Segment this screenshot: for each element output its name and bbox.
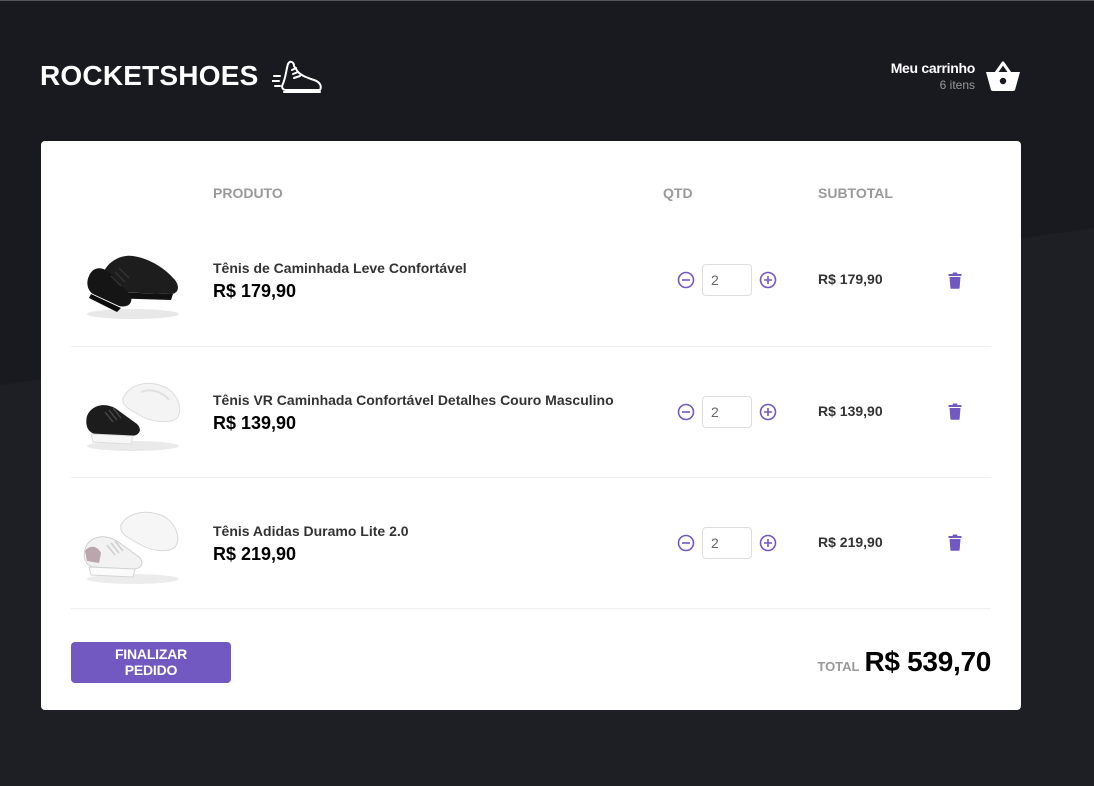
- header-delete: [928, 171, 991, 215]
- subtotal-cell: R$ 219,90: [818, 477, 928, 609]
- delete-button[interactable]: [928, 534, 991, 551]
- product-image-cell: [71, 346, 213, 478]
- delete-cell: [928, 477, 991, 609]
- delete-button[interactable]: [928, 272, 991, 289]
- order-total: TOTAL R$ 539,70: [817, 646, 991, 678]
- quantity-input[interactable]: [702, 395, 752, 428]
- minus-circle-icon: [677, 271, 695, 289]
- trash-icon: [948, 534, 962, 551]
- item-subtotal: R$ 179,90: [818, 271, 883, 288]
- increment-button[interactable]: [757, 532, 779, 554]
- subtotal-cell: R$ 139,90: [818, 346, 928, 478]
- total-value: R$ 539,70: [864, 646, 991, 677]
- qty-cell: [663, 215, 818, 347]
- cart-footer: FINALIZAR PEDIDO TOTAL R$ 539,70: [71, 641, 991, 683]
- quantity-stepper: [663, 526, 818, 559]
- delete-cell: [928, 346, 991, 478]
- trash-icon: [948, 403, 962, 420]
- product-info-cell: Tênis Adidas Duramo Lite 2.0 R$ 219,90: [213, 477, 663, 609]
- decrement-button[interactable]: [675, 401, 697, 423]
- quantity-input[interactable]: [702, 264, 752, 297]
- product-title: Tênis VR Caminhada Confortável Detalhes …: [213, 391, 614, 408]
- cart-title: Meu carrinho: [890, 60, 976, 76]
- header-qty: QTD: [663, 185, 693, 201]
- plus-circle-icon: [759, 534, 777, 551]
- header-image: [71, 171, 213, 215]
- product-price: R$ 139,90: [213, 412, 297, 433]
- minus-circle-icon: [677, 403, 695, 420]
- quantity-input[interactable]: [702, 526, 752, 559]
- product-image-cell: [71, 215, 213, 347]
- table-row: Tênis de Caminhada Leve Confortável R$ 1…: [71, 215, 991, 347]
- delete-button[interactable]: [928, 403, 991, 420]
- qty-cell: [663, 346, 818, 478]
- header-product: PRODUTO: [213, 185, 283, 201]
- item-subtotal: R$ 219,90: [818, 533, 883, 550]
- delete-cell: [928, 215, 991, 347]
- qty-cell: [663, 477, 818, 609]
- cart-info: Meu carrinho 6 itens: [890, 60, 976, 92]
- subtotal-cell: R$ 179,90: [818, 215, 928, 347]
- product-image-black-sneaker: [87, 255, 179, 320]
- decrement-button[interactable]: [675, 269, 697, 291]
- product-table: PRODUTO QTD SUBTOTAL Tênis de Caminhada …: [71, 171, 991, 609]
- product-title: Tênis de Caminhada Leve Confortável: [213, 260, 467, 277]
- product-image-black-white-sneaker: [86, 382, 181, 451]
- product-image-cell: [71, 477, 213, 609]
- product-info-cell: Tênis VR Caminhada Confortável Detalhes …: [213, 346, 663, 478]
- product-title: Tênis Adidas Duramo Lite 2.0: [213, 522, 409, 539]
- minus-circle-icon: [677, 534, 695, 551]
- product-info-cell: Tênis de Caminhada Leve Confortável R$ 1…: [213, 215, 663, 347]
- plus-circle-icon: [759, 271, 777, 289]
- product-price: R$ 219,90: [213, 543, 297, 564]
- item-subtotal: R$ 139,90: [818, 402, 883, 419]
- finish-order-button[interactable]: FINALIZAR PEDIDO: [71, 641, 231, 683]
- decrement-button[interactable]: [675, 532, 697, 554]
- product-image-white-sneaker: [83, 511, 179, 584]
- logo-link[interactable]: ROCKETSHOES: [40, 56, 324, 96]
- product-price: R$ 179,90: [213, 281, 297, 302]
- increment-button[interactable]: [757, 401, 779, 423]
- trash-icon: [948, 272, 962, 289]
- running-shoe-icon: [272, 60, 323, 93]
- basket-icon: [986, 61, 1020, 91]
- quantity-stepper: [663, 264, 818, 297]
- top-border: [0, 0, 1094, 1]
- table-row: Tênis VR Caminhada Confortável Detalhes …: [71, 346, 991, 478]
- table-row: Tênis Adidas Duramo Lite 2.0 R$ 219,90 2…: [71, 477, 991, 609]
- total-label: TOTAL: [817, 659, 860, 674]
- cart-container: PRODUTO QTD SUBTOTAL Tênis de Caminhada …: [41, 141, 1021, 710]
- cart-link[interactable]: Meu carrinho 6 itens: [891, 60, 1021, 92]
- cart-count: 6 itens: [939, 78, 975, 92]
- site-header: ROCKETSHOES Meu carrinho 6 itens: [40, 48, 1021, 104]
- plus-circle-icon: [759, 403, 777, 420]
- increment-button[interactable]: [757, 269, 779, 291]
- header-subtotal: SUBTOTAL: [818, 185, 893, 201]
- logo-text: ROCKETSHOES: [40, 60, 259, 91]
- quantity-stepper: [663, 395, 818, 428]
